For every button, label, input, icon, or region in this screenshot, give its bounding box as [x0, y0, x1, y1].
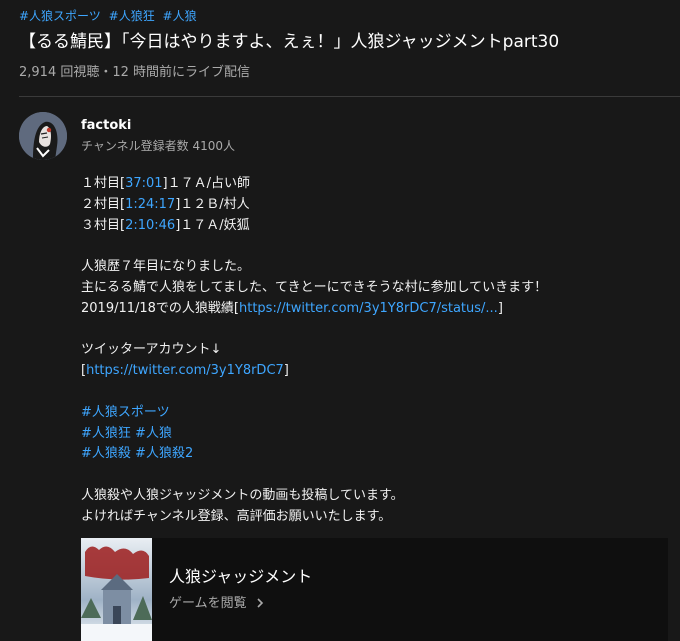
chapter-detail: ]１７Ａ/妖狐	[175, 217, 250, 233]
video-title: 【るる鯖民】「今日はやりますよ、えぇ！」人狼ジャッジメントpart30	[19, 32, 560, 52]
tag-line: #人狼殺 #人狼殺2	[81, 444, 671, 465]
chapter-line: ３村目[2:10:46]１７Ａ/妖狐	[81, 216, 671, 237]
game-thumbnail[interactable]	[81, 538, 152, 641]
divider	[19, 96, 680, 97]
timestamp-link[interactable]: 2:10:46	[125, 218, 175, 233]
channel-name[interactable]: factoki	[81, 118, 131, 133]
timestamp-link[interactable]: 37:01	[125, 176, 162, 191]
hashtag-link[interactable]: #人狼スポーツ	[81, 405, 170, 420]
chapter-detail: ]１２Ｂ/村人	[175, 196, 250, 212]
chapter-label: １村目[	[81, 176, 126, 191]
bracket: ]	[283, 363, 289, 379]
browse-game-link[interactable]: ゲームを閲覧	[169, 592, 265, 611]
bracket: ]	[497, 300, 503, 316]
hashtag-link[interactable]: #人狼殺	[81, 446, 131, 461]
twitter-link[interactable]: https://twitter.com/3y1Y8rDC7	[86, 363, 284, 378]
video-description: １村目[37:01]１７Ａ/占い師 ２村目[1:24:17]１２Ｂ/村人 ３村目…	[81, 174, 671, 528]
record-label: 2019/11/18での人狼戦績[	[81, 300, 239, 316]
browse-game-label: ゲームを閲覧	[169, 596, 247, 611]
record-line: 2019/11/18での人狼戦績[https://twitter.com/3y1…	[81, 299, 671, 320]
hashtag-link[interactable]: #人狼スポーツ	[19, 9, 101, 23]
chapter-label: ３村目[	[81, 217, 126, 233]
hashtag-link[interactable]: #人狼	[135, 426, 172, 441]
record-link[interactable]: https://twitter.com/3y1Y8rDC7/status/...	[239, 301, 498, 316]
hashtag-link[interactable]: #人狼	[163, 9, 197, 23]
chevron-right-icon	[257, 598, 263, 608]
hashtag-link[interactable]: #人狼狂	[81, 426, 131, 441]
timestamp-link[interactable]: 1:24:17	[125, 197, 175, 212]
subscriber-count: チャンネル登録者数 4100人	[81, 139, 235, 153]
chapter-label: ２村目[	[81, 196, 126, 212]
channel-avatar[interactable]	[19, 112, 67, 160]
game-title[interactable]: 人狼ジャッジメント	[169, 563, 312, 587]
description-text: 人狼歴７年目になりました。	[81, 259, 251, 275]
avatar-image	[19, 112, 67, 160]
chapter-line: ２村目[1:24:17]１２Ｂ/村人	[81, 195, 671, 216]
tag-line: #人狼スポーツ	[81, 403, 671, 424]
tag-line: #人狼狂 #人狼	[81, 424, 671, 445]
description-text: よければチャンネル登録、高評価お願いいたします。	[81, 508, 392, 524]
game-thumbnail-image	[81, 538, 152, 641]
description-text: 人狼殺や人狼ジャッジメントの動画も投稿しています。	[81, 487, 404, 503]
game-card[interactable]: 人狼ジャッジメント ゲームを閲覧	[81, 538, 668, 641]
description-text: 主にるる鯖で人狼をしてました、てきとーにできそうな村に参加していきます！	[81, 279, 548, 295]
chapter-line: １村目[37:01]１７Ａ/占い師	[81, 174, 671, 195]
chapter-detail: ]１７Ａ/占い師	[162, 176, 250, 191]
twitter-label: ツイッターアカウント↓	[81, 342, 222, 358]
twitter-line: [https://twitter.com/3y1Y8rDC7]	[81, 361, 671, 382]
hashtag-bar: #人狼スポーツ #人狼狂 #人狼	[19, 7, 201, 24]
hashtag-link[interactable]: #人狼狂	[109, 9, 155, 23]
video-meta: 2,914 回視聴・12 時間前にライブ配信	[19, 65, 251, 80]
hashtag-link[interactable]: #人狼殺2	[135, 446, 193, 461]
